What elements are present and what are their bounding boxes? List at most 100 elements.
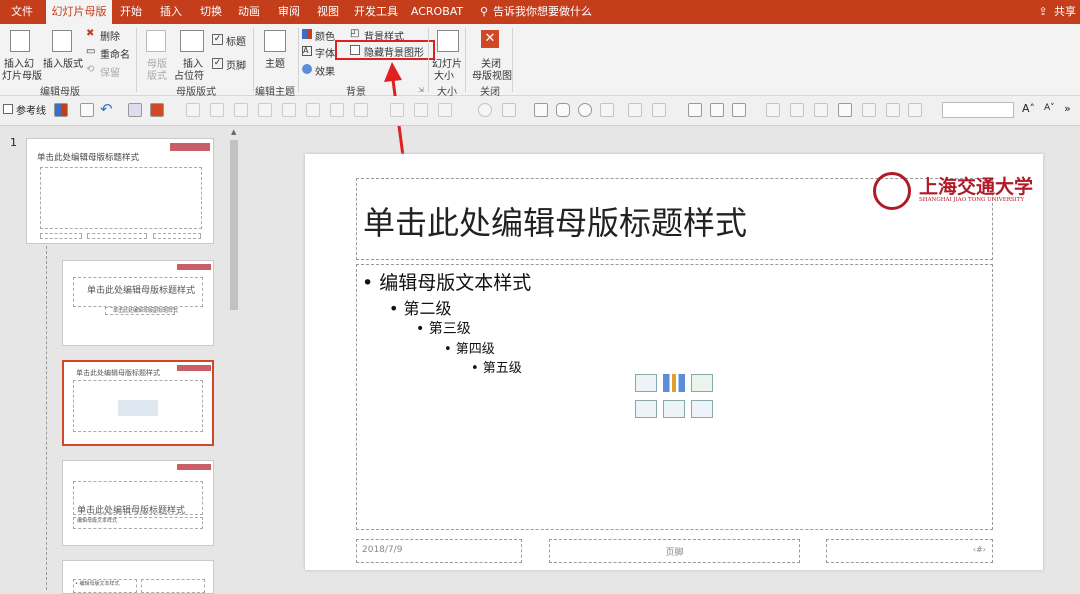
layout-thumbnail-title-slide[interactable]: 单击此处编辑母版标题样式 单击此处编辑母版副标题样式 <box>62 260 214 346</box>
layout-thumbnail-section[interactable]: 单击此处编辑母版标题样式 编辑母版文本样式 <box>62 460 214 546</box>
font-size-input[interactable] <box>942 102 1014 118</box>
order-icon[interactable] <box>354 103 368 117</box>
layout4-thumb-title: 单击此处编辑母版标题样式 <box>77 506 186 516</box>
master-thumbnail[interactable]: 单击此处编辑母版标题样式 <box>26 138 214 244</box>
thumbnail-scrollbar[interactable]: ▲ <box>228 126 240 590</box>
scrollbar-thumb[interactable] <box>230 140 238 310</box>
page-number-text[interactable]: ‹#› <box>826 545 986 554</box>
wordart-icon[interactable] <box>652 103 666 117</box>
fonts-button[interactable]: 字体 <box>315 45 335 60</box>
delete-button[interactable]: 删除 <box>100 28 120 43</box>
insert-online-picture-icon[interactable] <box>663 400 685 418</box>
layout-thumbnail-selected[interactable]: 单击此处编辑母版标题样式 <box>62 360 214 446</box>
bullet-level-3[interactable]: • 第三级 <box>416 318 471 338</box>
effects-icon <box>302 64 312 74</box>
bullet-level-5[interactable]: • 第五级 <box>471 357 522 376</box>
crop-icon[interactable] <box>390 103 404 117</box>
hide-bg-graphics-label: 隐藏背景图形 <box>364 48 424 59</box>
rotate-icon[interactable] <box>306 103 320 117</box>
insert-layout-button[interactable]: 插入版式 <box>43 55 83 70</box>
save-icon[interactable] <box>80 103 94 117</box>
university-seal-icon <box>873 172 911 210</box>
merge-icon[interactable] <box>438 103 452 117</box>
date-text[interactable]: 2018/7/9 <box>362 545 402 555</box>
slide-title[interactable]: 单击此处编辑母版标题样式 <box>363 198 747 244</box>
guides-checkbox[interactable] <box>3 104 13 114</box>
rename-button[interactable]: 重命名 <box>100 46 130 61</box>
rounded-rectangle-icon[interactable] <box>556 103 570 117</box>
color-icon[interactable] <box>54 103 68 117</box>
layout-thumbnail-two-content[interactable]: • 编辑母版文本样式 <box>62 560 214 594</box>
close-icon[interactable] <box>150 103 164 117</box>
share-button[interactable]: 共享 <box>1052 0 1078 24</box>
tab-review[interactable]: 审阅 <box>272 0 306 24</box>
highlighter-icon[interactable] <box>790 103 804 117</box>
fonts-icon: A <box>302 46 312 56</box>
close-master-view-button-l2[interactable]: 母版视图 <box>472 67 512 82</box>
tab-slide-master[interactable]: 幻灯片母版 <box>46 0 112 24</box>
insert-table-icon[interactable] <box>635 374 657 392</box>
tab-transitions[interactable]: 切换 <box>194 0 228 24</box>
bullet-level-2[interactable]: • 第二级 <box>389 295 452 319</box>
tab-insert[interactable]: 插入 <box>154 0 188 24</box>
insert-chart-icon[interactable] <box>663 374 685 392</box>
themes-button[interactable]: 主题 <box>265 55 285 70</box>
shape-fill-icon[interactable] <box>502 103 516 117</box>
master-layout-button-l2[interactable]: 版式 <box>147 67 167 82</box>
distribute-icon[interactable] <box>210 103 224 117</box>
insert-picture-icon[interactable] <box>635 400 657 418</box>
scroll-up-icon[interactable]: ▲ <box>231 128 236 136</box>
lightbulb-icon: ⚲ <box>479 5 489 18</box>
bullet-level-1[interactable]: • 编辑母版文本样式 <box>362 268 531 295</box>
tab-acrobat[interactable]: ACROBAT <box>408 0 466 24</box>
online-picture-icon[interactable] <box>732 103 746 117</box>
group-icon[interactable] <box>258 103 272 117</box>
bullet-level-4[interactable]: • 第四级 <box>444 338 495 357</box>
picture-icon[interactable] <box>710 103 724 117</box>
insert-smartart-icon[interactable] <box>691 374 713 392</box>
freeform-icon[interactable] <box>600 103 614 117</box>
oval-icon[interactable] <box>578 103 592 117</box>
font-color-icon[interactable] <box>862 103 876 117</box>
view-icon[interactable] <box>128 103 142 117</box>
pen-icon[interactable] <box>766 103 780 117</box>
tab-animations[interactable]: 动画 <box>232 0 266 24</box>
footer-checkbox[interactable]: ✓ <box>212 58 223 69</box>
preserve-button[interactable]: 保留 <box>100 64 120 79</box>
layout5-thumb-text: • 编辑母版文本样式 <box>75 581 120 587</box>
brush-icon[interactable] <box>908 103 922 117</box>
effects-button[interactable]: 效果 <box>315 63 335 78</box>
fill-icon[interactable] <box>814 103 828 117</box>
eyedropper-icon[interactable] <box>886 103 900 117</box>
tab-developer[interactable]: 开发工具 <box>350 0 402 24</box>
insert-placeholder-button-l2[interactable]: 占位符 <box>174 67 204 82</box>
table-icon[interactable] <box>688 103 702 117</box>
textbox-icon[interactable] <box>838 103 852 117</box>
colors-button[interactable]: 颜色 <box>315 28 335 43</box>
body-placeholder[interactable] <box>356 264 993 530</box>
flip-icon[interactable] <box>414 103 428 117</box>
insert-video-icon[interactable] <box>691 400 713 418</box>
tell-me-search[interactable]: 告诉我你想要做什么 <box>493 0 593 24</box>
increase-font-icon[interactable]: A˄ <box>1022 102 1035 115</box>
decrease-font-icon[interactable]: A˅ <box>1044 103 1055 113</box>
more-icon[interactable]: » <box>1064 102 1071 115</box>
align-icon[interactable] <box>186 103 200 117</box>
arrange-icon[interactable] <box>234 103 248 117</box>
undo-icon[interactable]: ↶ <box>100 100 113 118</box>
text-effects-icon[interactable] <box>628 103 642 117</box>
tab-view[interactable]: 视图 <box>311 0 345 24</box>
tab-home[interactable]: 开始 <box>114 0 148 24</box>
layer-icon[interactable] <box>330 103 344 117</box>
layout2-thumb-title: 单击此处编辑母版标题样式 <box>87 286 196 296</box>
tab-file[interactable]: 文件 <box>4 0 40 24</box>
slide-canvas[interactable]: 单击此处编辑母版标题样式 上海交通大学 SHANGHAI JIAO TONG U… <box>305 154 1043 570</box>
shape-icon[interactable] <box>478 103 492 117</box>
footer-text[interactable]: 页脚 <box>549 545 800 558</box>
insert-slide-master-button-l2[interactable]: 灯片母版 <box>2 67 42 82</box>
insert-slide-master-icon <box>10 30 30 52</box>
rectangle-icon[interactable] <box>534 103 548 117</box>
hide-bg-checkbox[interactable] <box>350 45 360 55</box>
lock-icon[interactable] <box>282 103 296 117</box>
title-checkbox[interactable]: ✓ <box>212 34 223 45</box>
